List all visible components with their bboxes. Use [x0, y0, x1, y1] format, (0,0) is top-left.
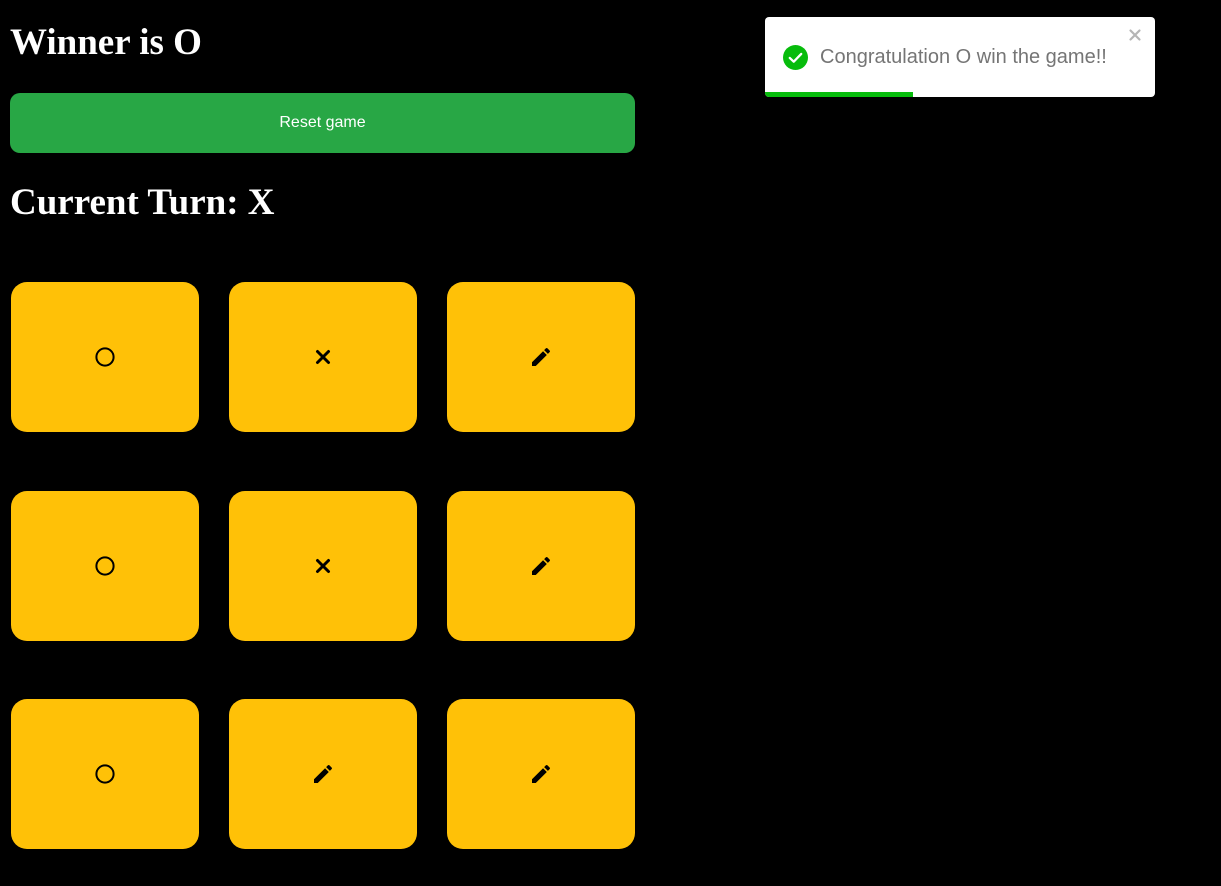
game-board	[11, 282, 635, 850]
pencil-icon	[529, 554, 553, 578]
reset-game-button[interactable]: Reset game	[10, 93, 635, 153]
toast-progress-bar	[765, 92, 914, 97]
circle-icon	[94, 763, 116, 785]
check-circle-icon	[783, 45, 808, 70]
pencil-icon	[529, 762, 553, 786]
winner-title: Winner is O	[10, 22, 202, 63]
board-cell-r2c1[interactable]	[11, 491, 199, 641]
toast-message: Congratulation O win the game!!	[820, 46, 1107, 68]
pencil-icon	[529, 345, 553, 369]
pencil-icon	[311, 762, 335, 786]
board-cell-r2c2[interactable]	[229, 491, 417, 641]
current-turn-title: Current Turn: X	[10, 182, 275, 223]
x-mark-icon	[314, 557, 332, 575]
board-cell-r1c2[interactable]	[229, 282, 417, 432]
x-mark-icon	[314, 348, 332, 366]
board-cell-r3c1[interactable]	[11, 699, 199, 849]
toast-notification: Congratulation O win the game!!	[765, 17, 1155, 97]
circle-icon	[94, 346, 116, 368]
close-icon[interactable]	[1127, 27, 1143, 43]
board-cell-r3c2[interactable]	[229, 699, 417, 849]
board-cell-r2c3[interactable]	[447, 491, 635, 641]
circle-icon	[94, 555, 116, 577]
board-cell-r1c3[interactable]	[447, 282, 635, 432]
board-cell-r1c1[interactable]	[11, 282, 199, 432]
board-cell-r3c3[interactable]	[447, 699, 635, 849]
